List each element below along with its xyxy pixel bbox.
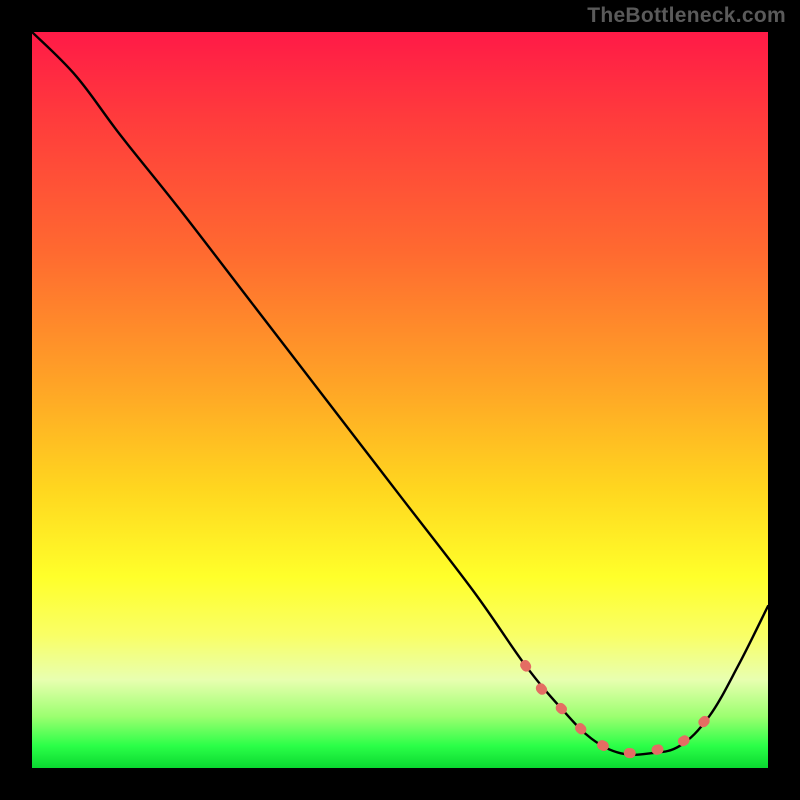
watermark-text: TheBottleneck.com bbox=[587, 4, 786, 28]
chart-svg bbox=[32, 32, 768, 768]
chart-valley-highlight bbox=[525, 665, 716, 753]
chart-curve-line bbox=[32, 32, 768, 755]
chart-plot-area bbox=[32, 32, 768, 768]
